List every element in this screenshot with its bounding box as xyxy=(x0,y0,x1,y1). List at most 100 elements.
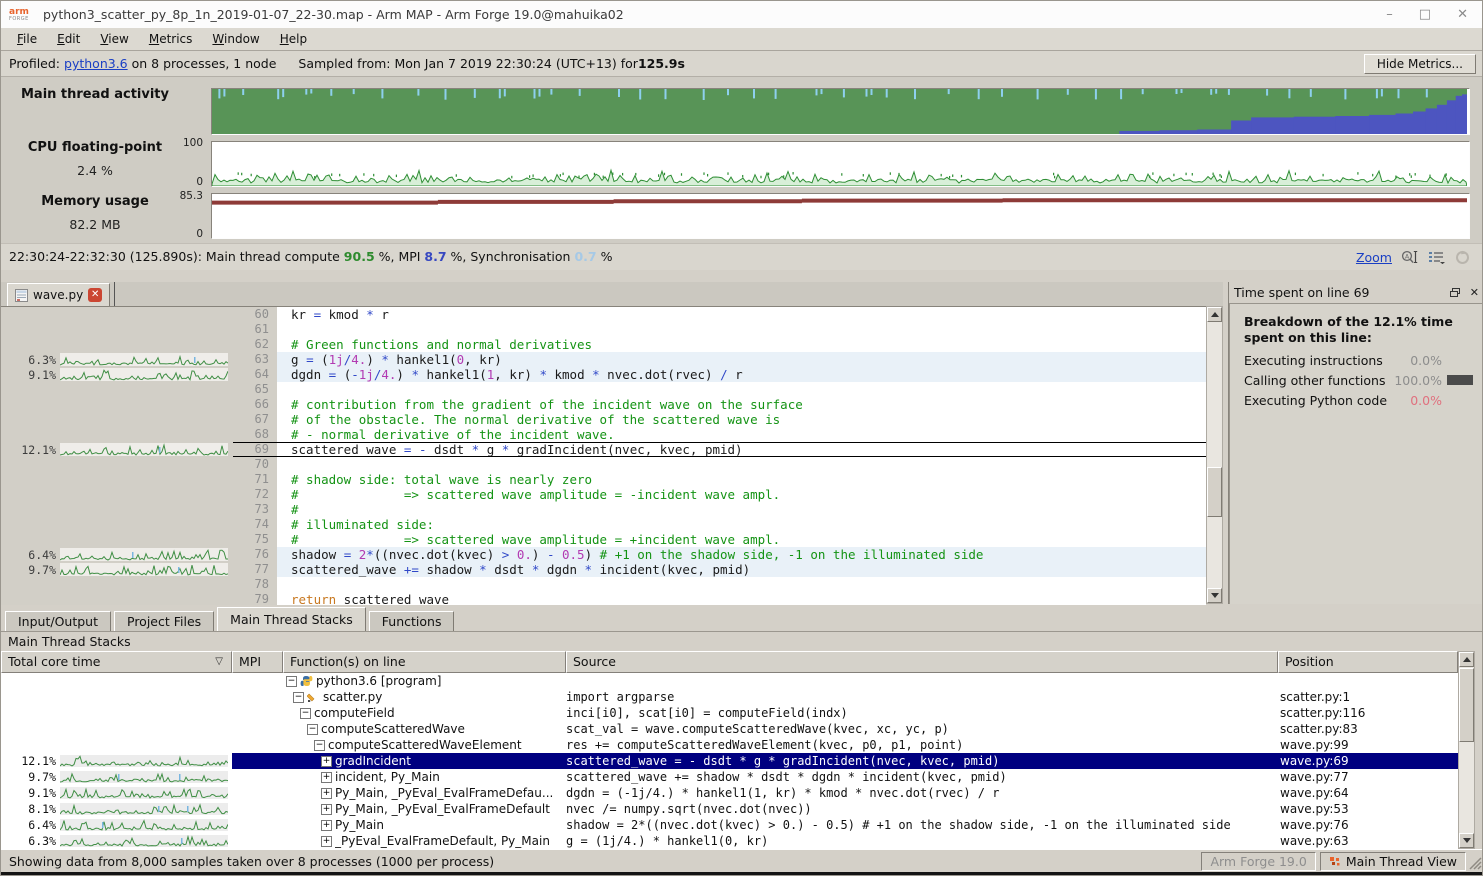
collapse-icon[interactable]: − xyxy=(314,740,325,751)
maximize-button[interactable]: □ xyxy=(1419,7,1431,22)
column-source[interactable]: Source xyxy=(566,651,1278,673)
expand-icon[interactable]: + xyxy=(321,804,332,815)
code-line[interactable] xyxy=(277,457,1206,472)
font-zoom-icon[interactable]: A xyxy=(1401,250,1419,264)
code-line[interactable]: dgdn = (-1j/4.) * hankel1(1, kr) * kmod … xyxy=(277,367,1206,382)
code-line[interactable]: # => scattered wave amplitude = +inciden… xyxy=(277,532,1206,547)
memory-usage-chart[interactable] xyxy=(211,193,1470,239)
hide-metrics-button[interactable]: Hide Metrics... xyxy=(1364,54,1476,74)
scroll-up-button[interactable] xyxy=(1459,652,1474,667)
menu-view[interactable]: View xyxy=(90,30,138,48)
code-line[interactable]: # of the obstacle. The normal derivative… xyxy=(277,412,1206,427)
column-position[interactable]: Position xyxy=(1278,651,1458,673)
table-scrollbar[interactable] xyxy=(1458,651,1475,849)
scroll-up-button[interactable] xyxy=(1207,307,1222,322)
main-thread-activity-chart[interactable] xyxy=(211,88,1470,135)
stack-row[interactable]: 6.3%+_PyEval_EvalFrameDefault, Py_Maing … xyxy=(1,833,1458,849)
menu-window[interactable]: Window xyxy=(202,30,269,48)
expand-icon[interactable]: + xyxy=(321,756,332,767)
stack-row[interactable]: 12.1%+gradIncidentscattered_wave = - dsd… xyxy=(1,753,1458,769)
function-cell[interactable]: −computeScatteredWaveElement xyxy=(283,737,566,753)
stack-row[interactable]: −computeScatteredWavescat_val = wave.com… xyxy=(1,721,1458,737)
editor-scrollbar-thumb[interactable] xyxy=(1207,467,1222,517)
expand-icon[interactable]: + xyxy=(321,820,332,831)
editor-scrollbar[interactable] xyxy=(1206,306,1223,604)
tab-project-files[interactable]: Project Files xyxy=(114,611,214,631)
code-line[interactable]: g = (1j/4.) * hankel1(0, kr) xyxy=(277,352,1206,367)
function-cell[interactable]: −scatter.py xyxy=(283,689,566,705)
code-line[interactable]: scattered_wave += shadow * dsdt * dgdn *… xyxy=(277,562,1206,577)
code-line[interactable]: scattered_wave = - dsdt * g * gradIncide… xyxy=(277,442,1206,457)
stack-row[interactable]: −python3.6 [program] xyxy=(1,673,1458,689)
code-line[interactable] xyxy=(277,382,1206,397)
editor-line-70[interactable]: 70 xyxy=(1,457,1206,472)
editor-line-61[interactable]: 61 xyxy=(1,322,1206,337)
collapse-icon[interactable]: − xyxy=(293,692,304,703)
stack-row[interactable]: 9.7%+incident, Py_Mainscattered_wave += … xyxy=(1,769,1458,785)
function-cell[interactable]: −computeField xyxy=(283,705,566,721)
editor-line-62[interactable]: 62# Green functions and normal derivativ… xyxy=(1,337,1206,352)
code-line[interactable]: return scattered_wave xyxy=(277,592,1206,605)
tab-functions[interactable]: Functions xyxy=(369,611,455,631)
menu-edit[interactable]: Edit xyxy=(47,30,90,48)
column-functions[interactable]: Function(s) on line xyxy=(283,651,566,673)
editor-line-68[interactable]: 68# - normal derivative of the incident … xyxy=(1,427,1206,442)
function-cell[interactable]: +_PyEval_EvalFrameDefault, Py_Main xyxy=(283,833,566,849)
function-cell[interactable]: +Py_Main, _PyEval_EvalFrameDefau... xyxy=(283,785,566,801)
stack-row[interactable]: −computeFieldinci[i0], scat[i0] = comput… xyxy=(1,705,1458,721)
code-line[interactable]: # => scattered wave amplitude = -inciden… xyxy=(277,487,1206,502)
code-line[interactable] xyxy=(277,322,1206,337)
menu-file[interactable]: File xyxy=(7,30,47,48)
menu-metrics[interactable]: Metrics xyxy=(139,30,203,48)
function-cell[interactable]: +Py_Main, _PyEval_EvalFrameDefault xyxy=(283,801,566,817)
column-total-core-time[interactable]: Total core time▽ xyxy=(1,651,232,673)
editor-line-74[interactable]: 74# illuminated side: xyxy=(1,517,1206,532)
resize-grip[interactable] xyxy=(1468,850,1482,870)
editor-line-65[interactable]: 65 xyxy=(1,382,1206,397)
stack-row[interactable]: 9.1%+Py_Main, _PyEval_EvalFrameDefau...d… xyxy=(1,785,1458,801)
minimize-button[interactable]: – xyxy=(1386,7,1393,22)
view-selector[interactable]: Main Thread View xyxy=(1320,852,1466,871)
code-line[interactable]: kr = kmod * r xyxy=(277,307,1206,322)
function-cell[interactable]: +incident, Py_Main xyxy=(283,769,566,785)
program-link[interactable]: python3.6 xyxy=(64,56,128,71)
column-mpi[interactable]: MPI xyxy=(232,651,283,673)
stack-row[interactable]: −scatter.pyimport argparsescatter.py:1 xyxy=(1,689,1458,705)
editor-line-63[interactable]: 6.3%63g = (1j/4.) * hankel1(0, kr) xyxy=(1,352,1206,367)
undock-icon[interactable] xyxy=(1450,288,1460,297)
editor-line-69[interactable]: 12.1%69scattered_wave = - dsdt * g * gra… xyxy=(1,442,1206,457)
stack-row[interactable]: 8.1%+Py_Main, _PyEval_EvalFrameDefaultnv… xyxy=(1,801,1458,817)
tab-close-icon[interactable]: ✕ xyxy=(88,288,102,302)
expand-icon[interactable]: + xyxy=(321,772,332,783)
expand-icon[interactable]: + xyxy=(321,836,332,847)
code-line[interactable]: # contribution from the gradient of the … xyxy=(277,397,1206,412)
editor-line-60[interactable]: 60kr = kmod * r xyxy=(1,307,1206,322)
stack-row[interactable]: 6.4%+Py_Mainshadow = 2*((nvec.dot(kvec) … xyxy=(1,817,1458,833)
code-line[interactable]: # Green functions and normal derivatives xyxy=(277,337,1206,352)
close-button[interactable]: ✕ xyxy=(1457,7,1468,22)
zoom-link[interactable]: Zoom xyxy=(1356,245,1392,270)
function-cell[interactable]: +Py_Main xyxy=(283,817,566,833)
scroll-down-button[interactable] xyxy=(1207,588,1222,603)
code-editor[interactable]: 60kr = kmod * r6162# Green functions and… xyxy=(1,306,1206,605)
code-line[interactable]: # shadow side: total wave is nearly zero xyxy=(277,472,1206,487)
editor-line-79[interactable]: 79return scattered_wave xyxy=(1,592,1206,605)
stack-row[interactable]: −computeScatteredWaveElementres += compu… xyxy=(1,737,1458,753)
editor-line-73[interactable]: 73# xyxy=(1,502,1206,517)
editor-line-75[interactable]: 75# => scattered wave amplitude = +incid… xyxy=(1,532,1206,547)
editor-line-66[interactable]: 66# contribution from the gradient of th… xyxy=(1,397,1206,412)
code-line[interactable]: # - normal derivative of the incident wa… xyxy=(277,427,1206,442)
table-scrollbar-thumb[interactable] xyxy=(1459,668,1474,742)
scroll-down-button[interactable] xyxy=(1459,833,1474,848)
cpu-floating-point-chart[interactable] xyxy=(211,141,1470,187)
editor-line-76[interactable]: 6.4%76shadow = 2*((nvec.dot(kvec) > 0.) … xyxy=(1,547,1206,562)
editor-line-64[interactable]: 9.1%64dgdn = (-1j/4.) * hankel1(1, kr) *… xyxy=(1,367,1206,382)
tab-wave-py[interactable]: wave.py ✕ xyxy=(7,283,110,306)
collapse-icon[interactable]: − xyxy=(300,708,311,719)
menu-help[interactable]: Help xyxy=(270,30,317,48)
editor-line-77[interactable]: 9.7%77scattered_wave += shadow * dsdt * … xyxy=(1,562,1206,577)
tab-input-output[interactable]: Input/Output xyxy=(5,611,111,631)
function-cell[interactable]: −computeScatteredWave xyxy=(283,721,566,737)
code-line[interactable]: shadow = 2*((nvec.dot(kvec) > 0.) - 0.5)… xyxy=(277,547,1206,562)
code-line[interactable]: # xyxy=(277,502,1206,517)
